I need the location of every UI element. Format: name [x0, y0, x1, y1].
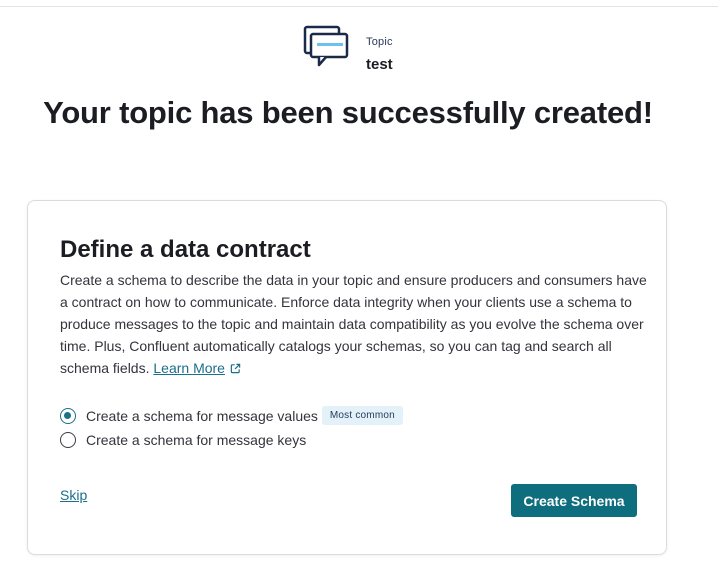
radio-button-selected[interactable] — [60, 407, 76, 424]
topic-kicker: Topic — [366, 36, 393, 48]
skip-link[interactable]: Skip — [60, 487, 87, 503]
external-link-icon[interactable] — [230, 363, 241, 374]
radio-button-unselected[interactable] — [60, 432, 76, 448]
topic-meta: Topic test — [366, 36, 393, 73]
card-description: Create a schema to describe the data in … — [60, 269, 650, 379]
radio-label-keys: Create a schema for message keys — [86, 432, 307, 448]
radio-option-keys[interactable]: Create a schema for message keys — [60, 432, 306, 448]
learn-more-label: Learn More — [153, 360, 225, 376]
top-divider — [0, 6, 718, 7]
card-title: Define a data contract — [60, 236, 311, 263]
page: Topic test Your topic has been successfu… — [0, 0, 718, 586]
learn-more-link[interactable]: Learn More — [153, 360, 225, 376]
most-common-badge: Most common — [321, 406, 403, 425]
radio-option-values[interactable]: Create a schema for message values Most … — [60, 406, 403, 425]
chat-bubbles-icon — [303, 25, 349, 67]
success-title: Your topic has been successfully created… — [43, 95, 653, 130]
topic-header: Topic test — [303, 25, 393, 73]
radio-label-values: Create a schema for message values — [86, 407, 318, 424]
description-text: Create a schema to describe the data in … — [60, 272, 647, 376]
data-contract-card: Define a data contract Create a schema t… — [27, 200, 667, 555]
topic-name: test — [366, 56, 393, 73]
create-schema-button[interactable]: Create Schema — [511, 484, 637, 517]
